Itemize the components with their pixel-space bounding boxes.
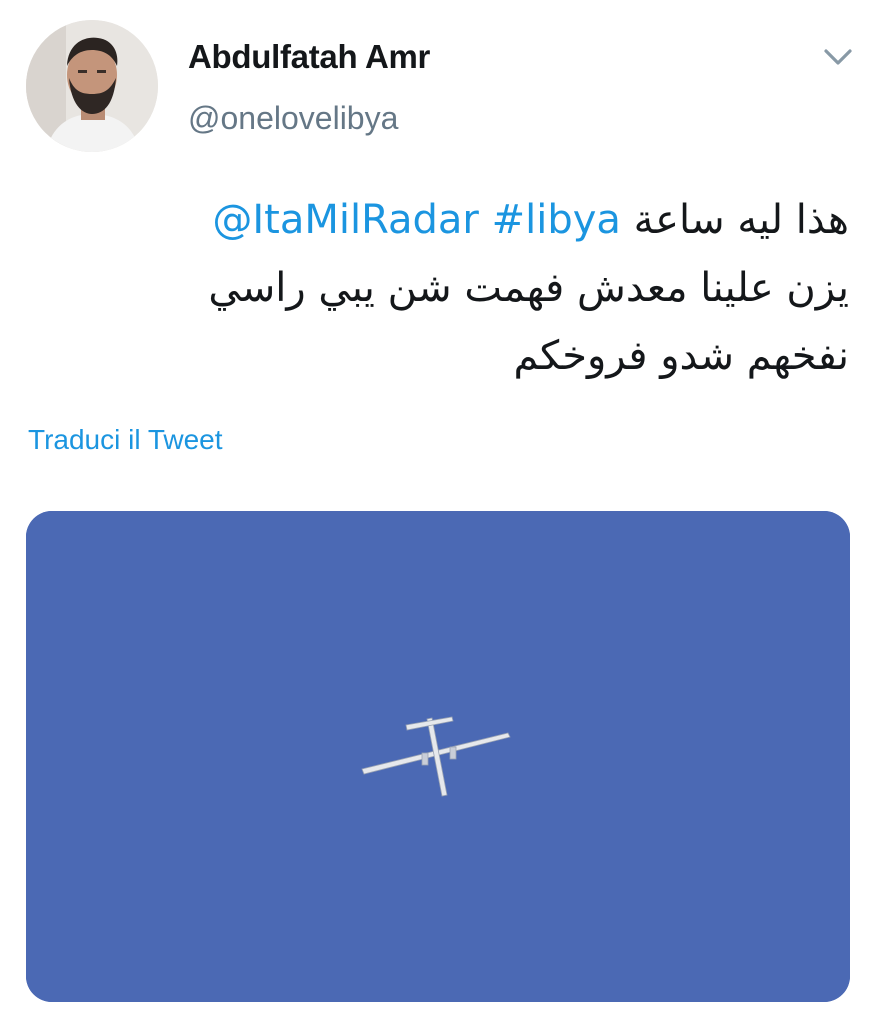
aircraft-in-sky-photo-icon — [26, 511, 850, 1002]
author-display-name[interactable]: Abdulfatah Amr — [188, 38, 430, 76]
author-avatar[interactable] — [26, 20, 158, 152]
tweet-media-photo[interactable] — [26, 511, 850, 1002]
tweet-line-1-text: هذا ليه ساعة — [633, 197, 849, 243]
tweet-line-1: هذا ليه ساعة #libya @ItaMilRadar — [29, 186, 849, 254]
mention-link[interactable]: @ItaMilRadar — [212, 197, 479, 243]
tweet-menu-button[interactable] — [818, 40, 858, 72]
tweet-text: هذا ليه ساعة #libya @ItaMilRadar يزن علي… — [29, 186, 849, 390]
chevron-down-icon — [824, 49, 852, 65]
user-avatar-icon — [26, 20, 158, 152]
translate-tweet-link[interactable]: Traduci il Tweet — [28, 424, 223, 456]
hashtag-link[interactable]: #libya — [492, 197, 621, 243]
tweet-line-3: نفخهم شدو فروخكم — [513, 333, 849, 379]
author-handle[interactable]: @onelovelibya — [188, 100, 398, 137]
tweet-line-2: يزن علينا معدش فهمت شن يبي راسي — [208, 265, 849, 311]
